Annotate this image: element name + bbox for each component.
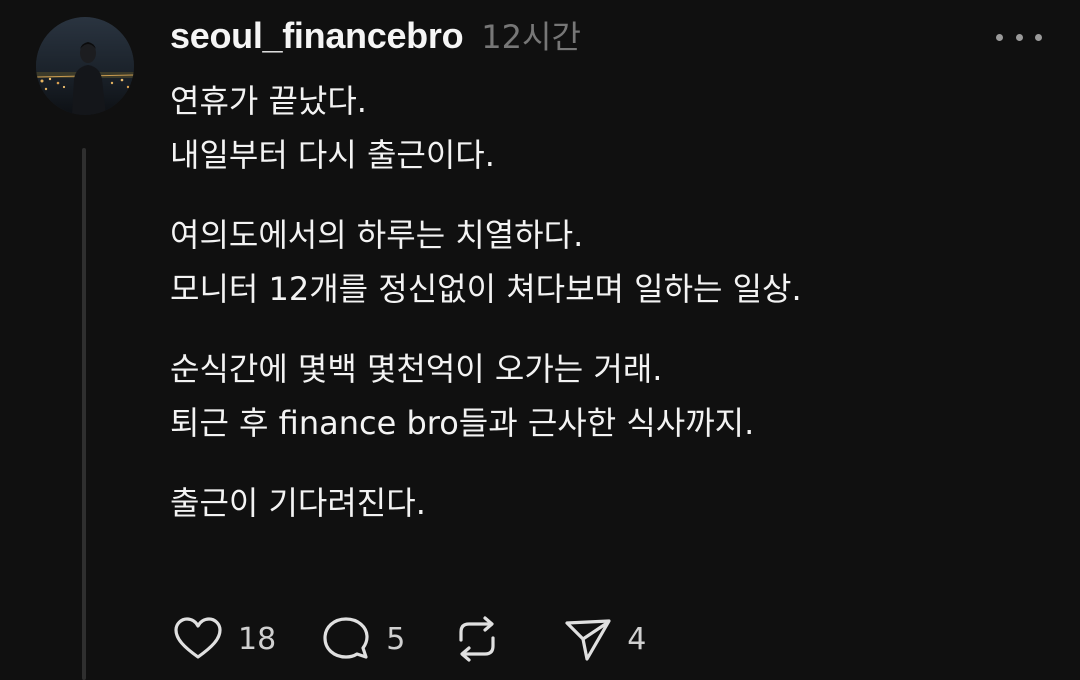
post-line: 출근이 기다려진다. bbox=[170, 484, 426, 522]
like-button[interactable]: 18 bbox=[172, 615, 276, 663]
username[interactable]: seoul_financebro bbox=[170, 15, 464, 57]
post-body: 연휴가 끝났다. 내일부터 다시 출근이다. 여의도에서의 하루는 치열하다. … bbox=[170, 74, 1050, 556]
post-line: 순식간에 몇백 몇천억이 오가는 거래. bbox=[170, 350, 663, 388]
like-count: 18 bbox=[238, 621, 277, 657]
more-options-icon[interactable] bbox=[996, 22, 1042, 52]
dot bbox=[1035, 33, 1042, 41]
post-line: 연휴가 끝났다. bbox=[170, 82, 367, 120]
action-bar: 18 5 4 bbox=[172, 614, 690, 664]
post-line: 모니터 12개를 정신없이 쳐다보며 일하는 일상. bbox=[170, 270, 802, 308]
post-timestamp[interactable]: 12시간 bbox=[481, 12, 581, 58]
repost-icon bbox=[459, 616, 495, 662]
post-line: 여의도에서의 하루는 치열하다. bbox=[170, 216, 584, 254]
avatar-image bbox=[36, 17, 134, 115]
paragraph: 순식간에 몇백 몇천억이 오가는 거래. 퇴근 후 finance bro들과 … bbox=[170, 342, 1050, 450]
comment-icon bbox=[323, 617, 369, 659]
dot bbox=[1015, 33, 1023, 41]
paragraph: 출근이 기다려진다. bbox=[170, 476, 1050, 530]
heart-icon bbox=[174, 617, 222, 659]
repost-button[interactable] bbox=[449, 614, 519, 664]
reply-button[interactable]: 5 bbox=[320, 615, 405, 663]
send-icon bbox=[565, 619, 611, 661]
paragraph: 연휴가 끝났다. 내일부터 다시 출근이다. bbox=[170, 74, 1050, 182]
reply-count: 5 bbox=[386, 621, 406, 657]
avatar[interactable] bbox=[36, 17, 134, 115]
post-header: seoul_financebro 12시간 bbox=[170, 12, 581, 60]
paragraph: 여의도에서의 하루는 치열하다. 모니터 12개를 정신없이 쳐다보며 일하는 … bbox=[170, 208, 1050, 316]
post-line: 퇴근 후 finance bro들과 근사한 식사까지. bbox=[170, 404, 755, 442]
share-button[interactable]: 4 bbox=[563, 615, 646, 663]
post-line: 내일부터 다시 출근이다. bbox=[170, 136, 495, 174]
dot bbox=[996, 33, 1003, 41]
thread-line bbox=[82, 148, 86, 680]
share-count: 4 bbox=[627, 621, 647, 657]
